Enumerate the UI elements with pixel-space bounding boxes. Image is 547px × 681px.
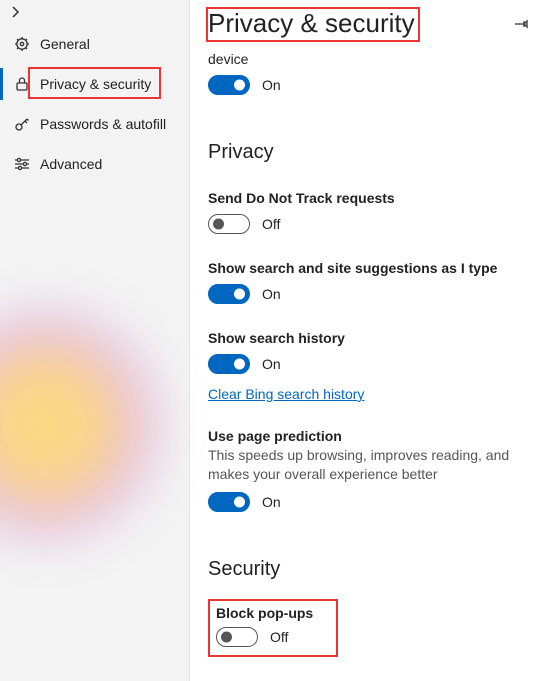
- sidebar-item-passwords-autofill[interactable]: Passwords & autofill: [0, 104, 189, 144]
- sidebar-item-privacy-security[interactable]: Privacy & security: [0, 64, 189, 104]
- gear-icon: [14, 36, 30, 52]
- setting-title: Block pop-ups: [216, 605, 330, 621]
- toggle-state-label: On: [262, 356, 281, 372]
- settings-sidebar: General Privacy & security Passwords & a…: [0, 0, 190, 681]
- setting-title: Use page prediction: [208, 428, 529, 444]
- toggle-state-label: On: [262, 286, 281, 302]
- settings-main-panel: Privacy & security device On Privacy Sen…: [190, 0, 547, 681]
- sidebar-item-label: General: [40, 36, 90, 52]
- highlight-box-popups: Block pop-ups Off: [208, 599, 338, 657]
- dnt-toggle[interactable]: [208, 214, 250, 234]
- setting-search-suggestions: Show search and site suggestions as I ty…: [208, 260, 529, 304]
- sliders-icon: [14, 156, 30, 172]
- chevron-right-icon: [10, 6, 22, 18]
- setting-page-prediction: Use page prediction This speeds up brows…: [208, 428, 529, 512]
- toggle-state-label: On: [262, 77, 281, 93]
- clear-bing-history-link[interactable]: Clear Bing search history: [208, 386, 364, 402]
- setting-dnt: Send Do Not Track requests Off: [208, 190, 529, 234]
- background-accent: [0, 310, 160, 540]
- toggle-state-label: On: [262, 494, 281, 510]
- pin-button[interactable]: [513, 16, 529, 32]
- sidebar-nav: General Privacy & security Passwords & a…: [0, 24, 189, 184]
- setting-description: This speeds up browsing, improves readin…: [208, 446, 529, 484]
- toggle-state-label: Off: [270, 629, 288, 645]
- search-suggestions-toggle[interactable]: [208, 284, 250, 304]
- setting-title: Show search and site suggestions as I ty…: [208, 260, 529, 276]
- search-history-toggle[interactable]: [208, 354, 250, 374]
- sidebar-item-advanced[interactable]: Advanced: [0, 144, 189, 184]
- setting-title: Show search history: [208, 330, 529, 346]
- section-heading-security: Security: [208, 558, 529, 581]
- page-prediction-toggle[interactable]: [208, 492, 250, 512]
- setting-search-history: Show search history On Clear Bing search…: [208, 330, 529, 402]
- sidebar-item-general[interactable]: General: [0, 24, 189, 64]
- sidebar-item-label: Privacy & security: [40, 76, 151, 92]
- sidebar-item-label: Advanced: [40, 156, 102, 172]
- setting-title: Send Do Not Track requests: [208, 190, 529, 206]
- pin-icon: [513, 16, 529, 32]
- section-heading-privacy: Privacy: [208, 141, 529, 164]
- lock-icon: [14, 76, 30, 92]
- sidebar-item-label: Passwords & autofill: [40, 116, 166, 132]
- previous-setting-fragment: device: [208, 51, 529, 67]
- back-chevron[interactable]: [0, 0, 189, 24]
- toggle-state-label: Off: [262, 216, 280, 232]
- block-popups-toggle[interactable]: [216, 627, 258, 647]
- device-toggle[interactable]: [208, 75, 250, 95]
- page-title: Privacy & security: [208, 8, 415, 39]
- key-icon: [14, 116, 30, 132]
